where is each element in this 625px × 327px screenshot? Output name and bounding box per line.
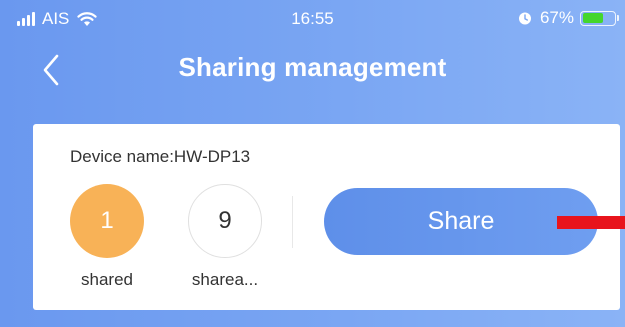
shared-count: 1 (70, 184, 144, 258)
status-right: 67% (518, 8, 619, 28)
divider (292, 196, 293, 248)
shareable-label: sharea... (191, 270, 259, 289)
shared-label: shared (81, 270, 133, 289)
battery-percent: 67% (539, 8, 574, 27)
device-card: Device name:HW-DP13 1 shared 9 sharea...… (33, 124, 620, 310)
status-bar: AIS 16:55 67% (0, 0, 625, 36)
alarm-icon (518, 12, 531, 25)
battery-tip (617, 15, 619, 21)
shareable-stat[interactable]: 9 sharea... (185, 184, 265, 290)
page-title: Sharing management (178, 52, 447, 82)
battery-fill (582, 13, 603, 23)
shareable-count: 9 (188, 184, 262, 258)
shared-stat[interactable]: 1 shared (67, 184, 147, 290)
device-name: Device name:HW-DP13 (70, 147, 251, 166)
annotation-marker (557, 216, 625, 229)
battery-icon (580, 10, 616, 26)
